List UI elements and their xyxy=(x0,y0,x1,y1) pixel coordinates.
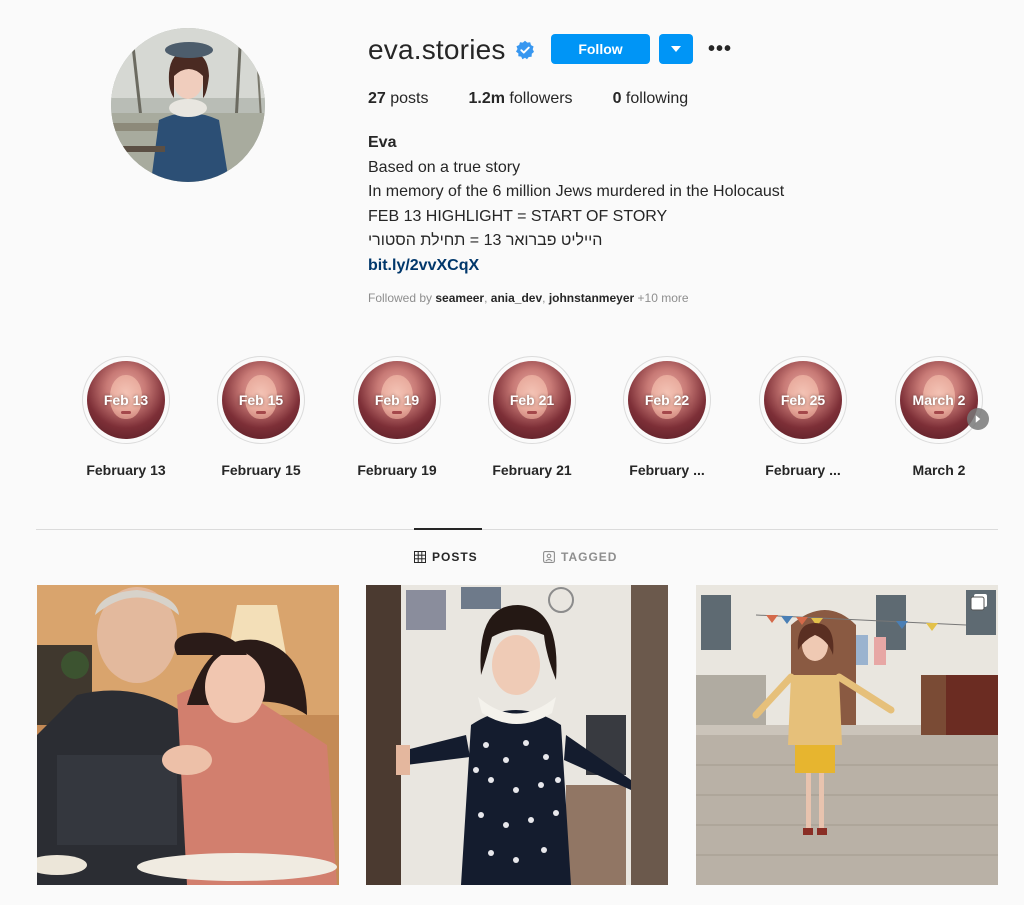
post-image xyxy=(696,585,998,885)
highlight-ring: Feb 22 xyxy=(623,356,711,444)
highlight-label: February 15 xyxy=(221,462,301,478)
highlight-cover: Feb 15 xyxy=(222,361,300,439)
highlight-ring: Feb 15 xyxy=(217,356,305,444)
tab-divider xyxy=(36,529,998,530)
profile-page: eva.stories Follow ••• 27 posts 1.2m fol… xyxy=(0,0,1024,905)
highlight-ring: Feb 21 xyxy=(488,356,576,444)
followed-by-prefix: Followed by xyxy=(368,291,433,305)
following-count: 0 xyxy=(612,90,622,107)
followed-by[interactable]: Followed by seameer, ania_dev, johnstanm… xyxy=(368,291,689,305)
highlight-ring: Feb 25 xyxy=(759,356,847,444)
highlight-ring: Feb 13 xyxy=(82,356,170,444)
tab-posts-label: POSTS xyxy=(432,550,478,564)
highlight-label: February 21 xyxy=(492,462,572,478)
highlight-cover-text: Feb 21 xyxy=(509,392,555,408)
verified-badge-icon xyxy=(515,40,535,60)
active-tab-indicator xyxy=(414,528,482,530)
highlight-item[interactable]: Feb 22 February ... xyxy=(613,356,721,478)
profile-stats: 27 posts 1.2m followers 0 following xyxy=(368,90,728,108)
highlight-cover: Feb 25 xyxy=(764,361,842,439)
followed-by-more: +10 more xyxy=(637,291,689,305)
highlight-cover-text: March 2 xyxy=(912,392,966,408)
post-image xyxy=(366,585,668,885)
post-image xyxy=(37,585,339,885)
grid-icon xyxy=(414,551,426,563)
bio-link[interactable]: bit.ly/2vvXCqX xyxy=(368,254,784,279)
caret-down-icon xyxy=(671,46,681,52)
following-stat[interactable]: 0 following xyxy=(613,90,689,108)
following-label: following xyxy=(625,90,689,107)
highlight-cover-text: Feb 15 xyxy=(238,392,284,408)
highlights-next-arrow-icon[interactable] xyxy=(967,408,989,430)
highlight-cover-text: Feb 13 xyxy=(103,392,149,408)
carousel-album-icon xyxy=(970,593,988,611)
username: eva.stories xyxy=(368,34,506,65)
highlight-cover: March 2 xyxy=(900,361,978,439)
highlight-item[interactable]: Feb 25 February ... xyxy=(749,356,857,478)
highlight-ring: Feb 19 xyxy=(353,356,441,444)
avatar-image xyxy=(111,28,265,182)
highlight-label: February ... xyxy=(629,462,705,478)
highlight-item[interactable]: Feb 13 February 13 xyxy=(72,356,180,478)
highlight-cover-text: Feb 19 xyxy=(374,392,420,408)
posts-label: posts xyxy=(390,90,429,107)
highlight-item[interactable]: Feb 15 February 15 xyxy=(207,356,315,478)
bio-line: FEB 13 HIGHLIGHT = START OF STORY xyxy=(368,207,668,225)
suggested-accounts-dropdown-button[interactable] xyxy=(659,34,693,64)
tagged-user-icon xyxy=(543,551,555,563)
highlight-cover-text: Feb 25 xyxy=(780,392,826,408)
bio-line: Based on a true story xyxy=(368,158,521,176)
post-thumbnail[interactable] xyxy=(37,585,339,885)
posts-count: 27 xyxy=(368,90,386,107)
profile-avatar[interactable] xyxy=(111,28,265,182)
tab-tagged-label: TAGGED xyxy=(561,550,618,564)
followers-stat[interactable]: 1.2m followers xyxy=(469,90,573,108)
followed-by-user: seameer xyxy=(435,291,485,305)
highlight-label: February 19 xyxy=(357,462,437,478)
username-row: eva.stories xyxy=(368,34,535,66)
bio-line-hebrew: הייליט פברואר 13 = תחילת הסטורי xyxy=(368,232,603,250)
followers-label: followers xyxy=(509,90,573,107)
followers-count: 1.2m xyxy=(468,90,505,107)
highlight-cover: Feb 22 xyxy=(628,361,706,439)
posts-stat: 27 posts xyxy=(368,90,429,108)
highlight-item[interactable]: Feb 21 February 21 xyxy=(478,356,586,478)
profile-full-name: Eva xyxy=(368,134,397,151)
highlight-cover: Feb 13 xyxy=(87,361,165,439)
highlight-cover-text: Feb 22 xyxy=(644,392,690,408)
highlight-label: February 13 xyxy=(86,462,166,478)
story-highlights: Feb 13 February 13 Feb 15 February 15 Fe… xyxy=(72,356,992,478)
highlight-cover: Feb 21 xyxy=(493,361,571,439)
tab-posts[interactable]: POSTS xyxy=(414,550,478,564)
tab-tagged[interactable]: TAGGED xyxy=(543,550,617,564)
highlight-ring: March 2 xyxy=(895,356,983,444)
followed-by-user: johnstanmeyer xyxy=(548,291,635,305)
followed-by-user: ania_dev xyxy=(490,291,543,305)
follow-button[interactable]: Follow xyxy=(551,34,650,64)
highlight-label: February ... xyxy=(765,462,841,478)
profile-bio: Eva Based on a true story In memory of t… xyxy=(368,131,784,279)
bio-line: In memory of the 6 million Jews murdered… xyxy=(368,183,785,201)
post-thumbnail[interactable] xyxy=(696,585,998,885)
highlight-item[interactable]: Feb 19 February 19 xyxy=(343,356,451,478)
more-options-button[interactable]: ••• xyxy=(707,38,733,60)
highlight-cover: Feb 19 xyxy=(358,361,436,439)
highlight-label: March 2 xyxy=(912,462,966,478)
post-thumbnail[interactable] xyxy=(366,585,668,885)
